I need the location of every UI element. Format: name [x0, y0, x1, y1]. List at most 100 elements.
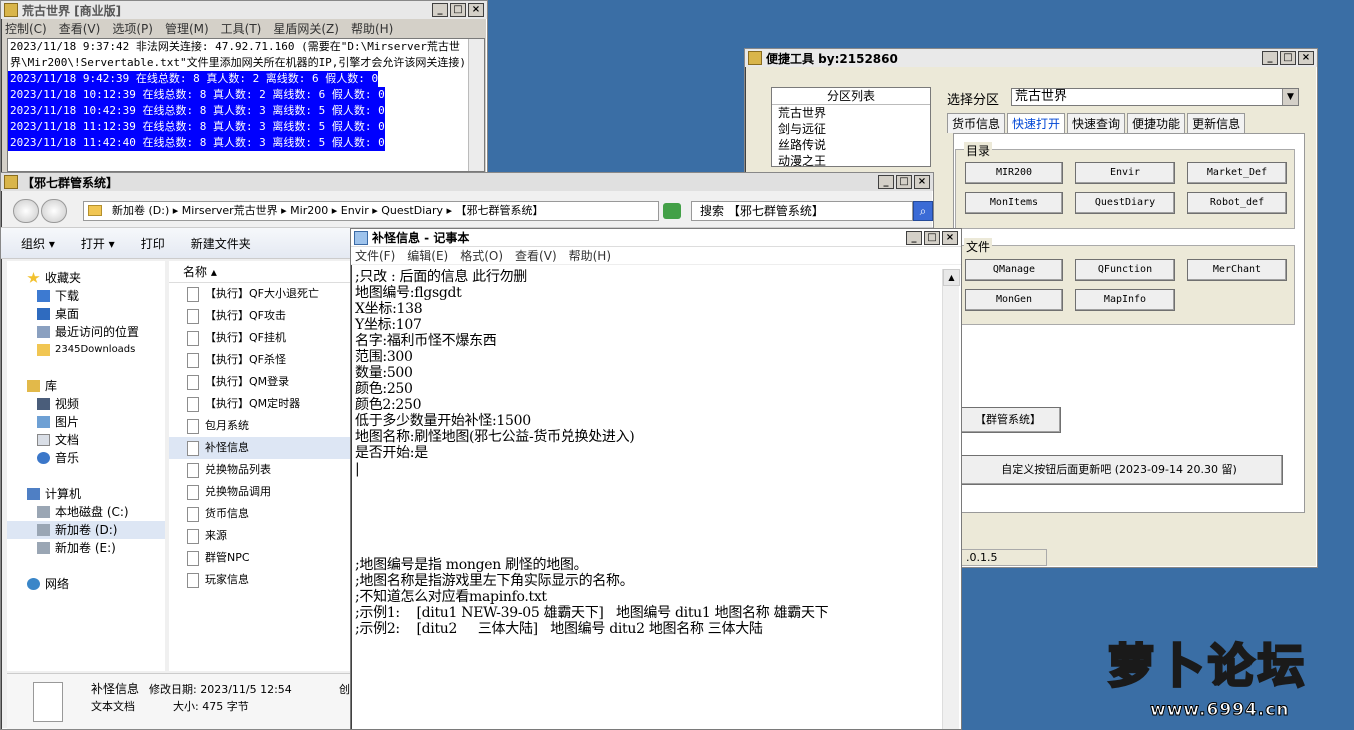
log-line[interactable]: 2023/11/18 10:12:39 在线总数: 8 真人数: 2 离线数: … [8, 87, 385, 103]
zone-list[interactable]: 分区列表 荒古世界 剑与远征 丝路传说 动漫之王 [771, 87, 931, 169]
file-row[interactable]: 包月系统 [169, 415, 351, 437]
nav-computer[interactable]: 计算机 [27, 485, 81, 503]
menu-help[interactable]: 帮助(H) [569, 247, 611, 264]
server-titlebar[interactable]: 荒古世界 [商业版] _ □ × [1, 1, 487, 19]
tab-currency[interactable]: 货币信息 [947, 113, 1006, 133]
menu-gateway[interactable]: 星盾网关(Z) [273, 20, 339, 37]
log-line[interactable]: 2023/11/18 11:12:39 在线总数: 8 真人数: 3 离线数: … [8, 119, 385, 135]
nav-downloads[interactable]: 下载 [37, 287, 79, 305]
maximize-icon[interactable]: □ [924, 230, 940, 245]
zone-list-item[interactable]: 剑与远征 [772, 121, 930, 137]
zone-select[interactable]: 荒古世界 ▼ [1011, 88, 1299, 106]
nav-drive-c[interactable]: 本地磁盘 (C:) [37, 503, 129, 521]
open-envir-button[interactable]: Envir [1075, 162, 1175, 184]
organize-button[interactable]: 组织 ▾ [21, 235, 55, 252]
tab-quick-query[interactable]: 快速查询 [1067, 113, 1126, 133]
explorer-titlebar[interactable]: 【邪七群管系统】 _ □ × [1, 173, 933, 191]
search-input[interactable]: 搜索 【邪七群管系统】 [691, 201, 913, 221]
nav-pictures[interactable]: 图片 [37, 413, 79, 431]
open-robot-def-button[interactable]: Robot_def [1187, 192, 1287, 214]
tools-titlebar[interactable]: 便捷工具 by:2152860 _ □ × [745, 49, 1317, 67]
nav-drive-d[interactable]: 新加卷 (D:) [7, 521, 165, 539]
refresh-icon[interactable] [663, 203, 681, 219]
maximize-icon[interactable]: □ [450, 3, 466, 17]
close-icon[interactable]: × [468, 3, 484, 17]
editor-scrollbar[interactable]: ▲ [942, 269, 960, 729]
file-row[interactable]: 【执行】QM定时器 [169, 393, 351, 415]
open-questdiary-button[interactable]: QuestDiary [1075, 192, 1175, 214]
print-button[interactable]: 打印 [141, 235, 165, 252]
column-header-name[interactable]: 名称 ▴ [169, 261, 351, 283]
maximize-icon[interactable]: □ [1280, 51, 1296, 65]
open-market-def-button[interactable]: Market_Def [1187, 162, 1287, 184]
file-row[interactable]: 兑换物品调用 [169, 481, 351, 503]
back-arrow-icon[interactable] [13, 199, 39, 223]
tab-quick-open[interactable]: 快速打开 [1007, 113, 1066, 133]
menu-view[interactable]: 查看(V) [59, 20, 101, 37]
minimize-icon[interactable]: _ [1262, 51, 1278, 65]
nav-library[interactable]: 库 [27, 377, 57, 395]
nav-favorites[interactable]: 收藏夹 [27, 269, 81, 287]
text-editor[interactable]: ;只改 : 后面的信息 此行勿删 地图编号:flgsgdt X坐标:138 Y坐… [353, 269, 941, 729]
menu-file[interactable]: 文件(F) [355, 247, 395, 264]
close-icon[interactable]: × [914, 175, 930, 189]
menu-manage[interactable]: 管理(M) [165, 20, 209, 37]
file-row[interactable]: 兑换物品列表 [169, 459, 351, 481]
tab-updates[interactable]: 更新信息 [1187, 113, 1246, 133]
file-row[interactable]: 【执行】QF大小退死亡 [169, 283, 351, 305]
file-row[interactable]: 【执行】QF挂机 [169, 327, 351, 349]
menu-edit[interactable]: 编辑(E) [407, 247, 448, 264]
close-icon[interactable]: × [1298, 51, 1314, 65]
open-qfunction-button[interactable]: QFunction [1075, 259, 1175, 281]
log-line[interactable]: 2023/11/18 9:42:39 在线总数: 8 真人数: 2 离线数: 6… [8, 71, 379, 87]
open-monitems-button[interactable]: MonItems [965, 192, 1063, 214]
log-line[interactable]: 2023/11/18 10:42:39 在线总数: 8 真人数: 3 离线数: … [8, 103, 385, 119]
file-row[interactable]: 群管NPC [169, 547, 351, 569]
minimize-icon[interactable]: _ [432, 3, 448, 17]
breadcrumb[interactable]: 新加卷 (D:) ▸ Mirserver荒古世界 ▸ Mir200 ▸ Envi… [112, 204, 544, 217]
menu-format[interactable]: 格式(O) [460, 247, 503, 264]
file-row[interactable]: 货币信息 [169, 503, 351, 525]
tab-functions[interactable]: 便捷功能 [1127, 113, 1186, 133]
file-row[interactable]: 【执行】QM登录 [169, 371, 351, 393]
server-log[interactable]: 2023/11/18 9:37:42 非法网关连接: 47.92.71.160 … [7, 38, 485, 172]
nav-recent[interactable]: 最近访问的位置 [37, 323, 139, 341]
log-scrollbar[interactable] [468, 39, 484, 171]
open-button[interactable]: 打开 ▾ [81, 235, 115, 252]
menu-control[interactable]: 控制(C) [5, 20, 47, 37]
open-qmanage-button[interactable]: QManage [965, 259, 1063, 281]
open-mapinfo-button[interactable]: MapInfo [1075, 289, 1175, 311]
nav-drive-e[interactable]: 新加卷 (E:) [37, 539, 116, 557]
file-row[interactable]: 补怪信息 [169, 437, 351, 459]
custom-button[interactable]: 自定义按钮后面更新吧 (2023-09-14 20.30 留) [955, 455, 1283, 485]
open-mongen-button[interactable]: MonGen [965, 289, 1063, 311]
nav-2345downloads[interactable]: 2345Downloads [37, 341, 135, 359]
new-folder-button[interactable]: 新建文件夹 [191, 235, 251, 252]
forward-arrow-icon[interactable] [41, 199, 67, 223]
nav-network[interactable]: 网络 [27, 575, 69, 593]
file-row[interactable]: 【执行】QF杀怪 [169, 349, 351, 371]
zone-list-item[interactable]: 丝路传说 [772, 137, 930, 153]
minimize-icon[interactable]: _ [906, 230, 922, 245]
open-merchant-button[interactable]: MerChant [1187, 259, 1287, 281]
maximize-icon[interactable]: □ [896, 175, 912, 189]
file-row[interactable]: 【执行】QF攻击 [169, 305, 351, 327]
open-mir200-button[interactable]: MIR200 [965, 162, 1063, 184]
menu-help[interactable]: 帮助(H) [351, 20, 393, 37]
nav-music[interactable]: 音乐 [37, 449, 79, 467]
menu-view[interactable]: 查看(V) [515, 247, 557, 264]
nav-desktop[interactable]: 桌面 [37, 305, 79, 323]
group-system-button[interactable]: 【群管系统】 [955, 407, 1061, 433]
log-line[interactable]: 2023/11/18 11:42:40 在线总数: 8 真人数: 3 离线数: … [8, 135, 385, 151]
minimize-icon[interactable]: _ [878, 175, 894, 189]
scroll-up-icon[interactable]: ▲ [943, 269, 960, 286]
chevron-down-icon[interactable]: ▼ [1282, 89, 1298, 105]
file-row[interactable]: 玩家信息 [169, 569, 351, 591]
menu-tools[interactable]: 工具(T) [221, 20, 262, 37]
nav-documents[interactable]: 文档 [37, 431, 79, 449]
nav-video[interactable]: 视频 [37, 395, 79, 413]
address-bar[interactable]: 新加卷 (D:) ▸ Mirserver荒古世界 ▸ Mir200 ▸ Envi… [83, 201, 659, 221]
close-icon[interactable]: × [942, 230, 958, 245]
zone-list-item[interactable]: 动漫之王 [772, 153, 930, 169]
file-row[interactable]: 来源 [169, 525, 351, 547]
